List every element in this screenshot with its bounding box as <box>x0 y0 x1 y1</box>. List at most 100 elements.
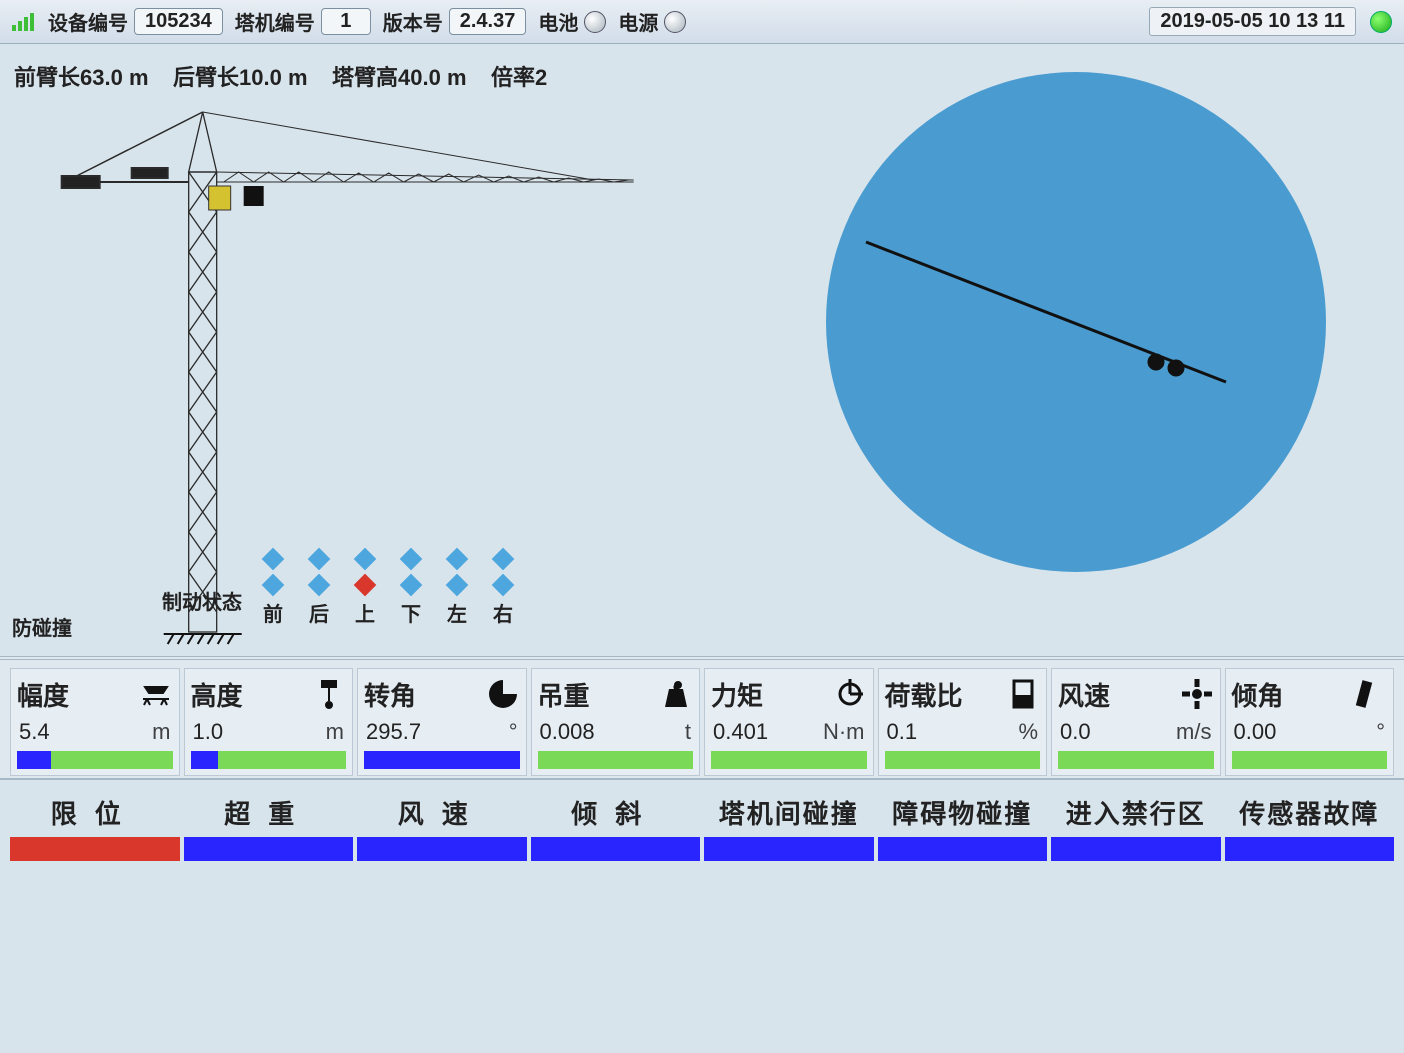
alert-bar <box>357 837 527 861</box>
metric-unit: ° <box>509 719 518 745</box>
tilt-icon <box>1353 677 1387 711</box>
metric-label: 吊重 <box>538 676 590 713</box>
alert-超重: 超重 <box>184 794 354 861</box>
metric-value: 0.1 <box>887 719 918 745</box>
metric-angle: 转角295.7° <box>357 668 527 776</box>
amplitude-icon <box>139 677 173 711</box>
metric-bar <box>711 751 867 769</box>
metric-label: 风速 <box>1058 676 1110 713</box>
metric-label: 荷载比 <box>885 676 963 713</box>
brake-indicator <box>492 574 515 597</box>
alert-bar <box>10 837 180 861</box>
crane-id-label: 塔机编号 <box>235 7 315 36</box>
back-arm-value: 10.0 <box>239 65 282 90</box>
brake-indicator <box>354 548 377 571</box>
load-icon <box>1006 677 1040 711</box>
metric-torque: 力矩0.401N·m <box>704 668 874 776</box>
weight-icon <box>659 677 693 711</box>
metric-bar <box>538 751 694 769</box>
battery-led-icon <box>584 11 606 33</box>
rotation-radar <box>816 62 1336 582</box>
alert-bar <box>531 837 701 861</box>
brake-col-label: 后 <box>309 598 329 627</box>
alert-label: 超重 <box>184 794 354 837</box>
metric-label: 高度 <box>191 676 243 713</box>
anti-collision-label: 防碰撞 <box>12 612 72 641</box>
metric-value: 5.4 <box>19 719 50 745</box>
power-led-icon <box>664 11 686 33</box>
metric-bar <box>364 751 520 769</box>
alert-label: 塔机间碰撞 <box>704 794 874 837</box>
metric-unit: ° <box>1376 719 1385 745</box>
alert-进入禁行区: 进入禁行区 <box>1051 794 1221 861</box>
device-id-value: 105234 <box>134 8 223 35</box>
metric-bar <box>17 751 173 769</box>
metric-value: 0.401 <box>713 719 768 745</box>
version-value: 2.4.37 <box>449 8 527 35</box>
metric-value: 1.0 <box>193 719 224 745</box>
alert-label: 传感器故障 <box>1225 794 1395 837</box>
alert-障碍物碰撞: 障碍物碰撞 <box>878 794 1048 861</box>
metric-unit: N·m <box>823 719 865 745</box>
metric-wind: 风速 0.0 m/s <box>1051 668 1221 776</box>
main-area: 前臂长63.0 m 后臂长10.0 m 塔臂高40.0 m 倍率2 <box>0 44 1404 656</box>
metric-unit: m <box>152 719 170 745</box>
alert-风速: 风速 <box>357 794 527 861</box>
metric-bar <box>885 751 1041 769</box>
alert-label: 限位 <box>10 794 180 837</box>
version-label: 版本号 <box>383 7 443 36</box>
metrics-row: 幅度5.4m高度1.0m转角295.7°吊重0.008t力矩0.401N·m荷载… <box>0 656 1404 780</box>
metric-weight: 吊重 0.008 t <box>531 668 701 776</box>
unit-m: m <box>447 65 467 90</box>
tower-height-value: 40.0 <box>398 65 441 90</box>
radar-pane <box>757 56 1394 656</box>
brake-col-label: 前 <box>263 598 283 627</box>
unit-m: m <box>129 65 149 90</box>
brake-indicator <box>400 574 423 597</box>
metric-label: 幅度 <box>17 676 69 713</box>
back-arm-label: 后臂长 <box>173 65 239 90</box>
alert-label: 障碍物碰撞 <box>878 794 1048 837</box>
alert-倾斜: 倾斜 <box>531 794 701 861</box>
rate-value: 2 <box>535 65 547 90</box>
metric-bar <box>1058 751 1214 769</box>
metric-unit: m <box>326 719 344 745</box>
header-bar: 设备编号 105234 塔机编号 1 版本号 2.4.37 电池 电源 2019… <box>0 0 1404 44</box>
metric-amplitude: 幅度 5.4 m <box>10 668 180 776</box>
brake-indicator <box>446 574 469 597</box>
angle-icon <box>486 677 520 711</box>
metric-label: 转角 <box>364 676 416 713</box>
brake-indicator <box>446 548 469 571</box>
brake-indicator <box>354 574 377 597</box>
signal-icon <box>12 13 36 31</box>
wind-icon <box>1180 677 1214 711</box>
metric-value: 0.008 <box>540 719 595 745</box>
alert-label: 倾斜 <box>531 794 701 837</box>
brake-status-block: 制动状态 前后上下左右 <box>250 546 526 626</box>
metric-bar <box>1232 751 1388 769</box>
datetime-display: 2019-05-05 10 13 11 <box>1149 7 1356 36</box>
brake-col-label: 左 <box>447 598 467 627</box>
brake-indicator <box>308 574 331 597</box>
metric-unit: t <box>685 719 691 745</box>
brake-indicator <box>262 548 285 571</box>
metric-height: 高度 1.0 m <box>184 668 354 776</box>
metric-unit: m/s <box>1176 719 1211 745</box>
unit-m: m <box>288 65 308 90</box>
brake-indicator <box>262 574 285 597</box>
brake-indicator <box>492 548 515 571</box>
device-id-label: 设备编号 <box>48 7 128 36</box>
brake-col-label: 上 <box>355 598 375 627</box>
brake-col-label: 下 <box>401 598 421 627</box>
tower-height-label: 塔臂高 <box>332 65 398 90</box>
alert-传感器故障: 传感器故障 <box>1225 794 1395 861</box>
rate-label: 倍率 <box>491 65 535 90</box>
status-led-icon <box>1370 11 1392 33</box>
alert-bar <box>878 837 1048 861</box>
brake-indicator <box>308 548 331 571</box>
alert-label: 风速 <box>357 794 527 837</box>
metric-bar <box>191 751 347 769</box>
brake-status-title: 制动状态 <box>162 586 242 615</box>
metric-value: 0.0 <box>1060 719 1091 745</box>
power-label: 电源 <box>618 7 658 36</box>
